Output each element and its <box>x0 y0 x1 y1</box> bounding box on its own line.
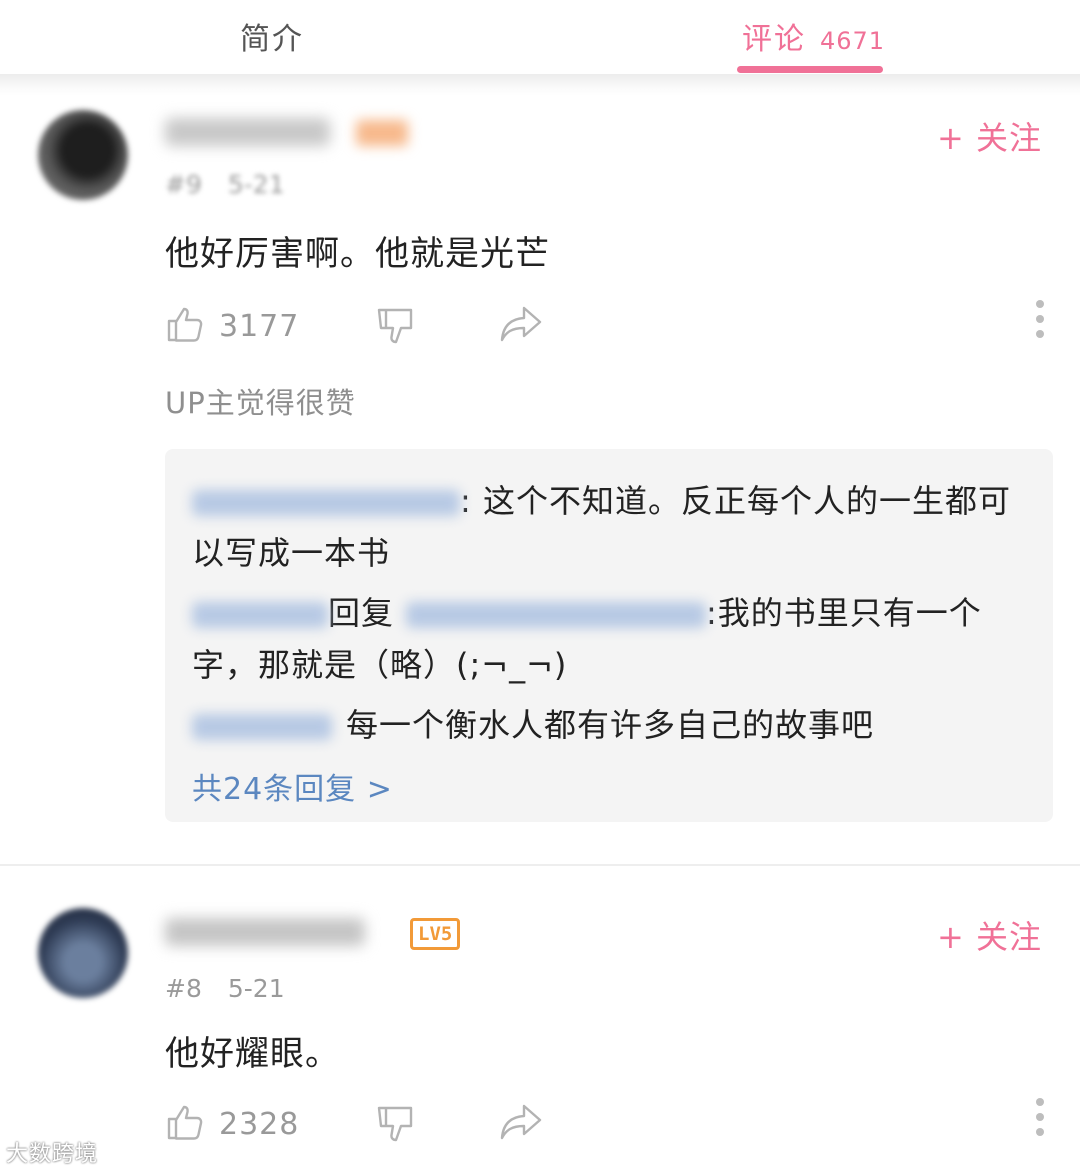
level-badge-blurred <box>356 120 408 146</box>
share-button[interactable] <box>498 304 544 348</box>
tab-bar: 简介 评论 4671 <box>0 0 1080 74</box>
reply-item[interactable]: : 这个不知道。反正每个人的一生都可以写成一本书 <box>192 475 1032 579</box>
active-tab-indicator <box>737 66 883 73</box>
username-blurred[interactable] <box>165 918 365 946</box>
share-arrow-icon <box>498 1102 544 1146</box>
vertical-dots-icon[interactable] <box>1035 1098 1045 1136</box>
username-blurred[interactable] <box>165 118 330 146</box>
thumbs-up-icon <box>165 1102 205 1146</box>
comment-divider <box>0 864 1080 866</box>
like-count: 2328 <box>219 1106 300 1142</box>
share-arrow-icon <box>498 304 544 348</box>
comment-meta: #8 5-21 <box>165 974 285 1003</box>
view-all-replies-link[interactable]: 共24条回复 > <box>192 764 393 808</box>
comment-text[interactable]: 他好耀眼。 <box>165 1026 340 1075</box>
watermark: 大数跨境 <box>6 1142 99 1167</box>
like-button[interactable]: 2328 <box>165 1102 299 1146</box>
comment-text[interactable]: 他好厉害啊。他就是光芒 <box>165 226 550 275</box>
tab-intro[interactable]: 简介 <box>240 14 304 58</box>
comment-actions: 2328 <box>165 1098 1045 1150</box>
thumbs-down-icon <box>375 1102 415 1150</box>
up-liked-label: UP主觉得很赞 <box>165 386 356 420</box>
follow-button[interactable]: + 关注 <box>937 912 1042 958</box>
reply-username-blurred[interactable] <box>192 714 332 740</box>
reply-preview-box[interactable]: : 这个不知道。反正每个人的一生都可以写成一本书 回复:我的书里只有一个字，那就… <box>165 449 1053 822</box>
reply-item[interactable]: 每一个衡水人都有许多自己的故事吧 <box>192 699 1032 751</box>
avatar[interactable] <box>38 908 128 998</box>
reply-username-blurred[interactable] <box>192 602 328 628</box>
reply-word: 回复 <box>328 594 395 632</box>
level-badge: LV5 <box>410 918 461 950</box>
like-count: 3177 <box>219 308 300 344</box>
reply-item[interactable]: 回复:我的书里只有一个字，那就是（略）(;¬_¬) <box>192 587 1032 691</box>
vertical-dots-icon[interactable] <box>1035 300 1045 338</box>
thumbs-up-icon <box>165 304 205 348</box>
avatar[interactable] <box>38 110 128 200</box>
tab-bar-shadow <box>0 74 1080 96</box>
floor-number: #9 <box>165 170 202 194</box>
dislike-button[interactable] <box>375 1102 415 1150</box>
comment-date: 5-21 <box>227 974 285 1003</box>
reply-text: 每一个衡水人都有许多自己的故事吧 <box>346 706 875 744</box>
floor-number: #8 <box>165 974 202 1003</box>
comment-date: 5-21 <box>227 170 285 194</box>
comments-count: 4671 <box>820 27 886 55</box>
tab-comments[interactable]: 评论 4671 <box>742 14 885 58</box>
reply-target-blurred[interactable] <box>406 602 707 628</box>
thumbs-down-icon <box>375 304 415 352</box>
share-button[interactable] <box>498 1102 544 1146</box>
comment-actions: 3177 <box>165 300 1045 352</box>
dislike-button[interactable] <box>375 304 415 352</box>
reply-username-blurred[interactable] <box>192 490 460 516</box>
like-button[interactable]: 3177 <box>165 304 299 348</box>
tab-comments-label: 评论 <box>742 22 806 57</box>
comment-meta: #9 5-21 <box>165 170 285 194</box>
follow-button[interactable]: + 关注 <box>937 113 1042 159</box>
